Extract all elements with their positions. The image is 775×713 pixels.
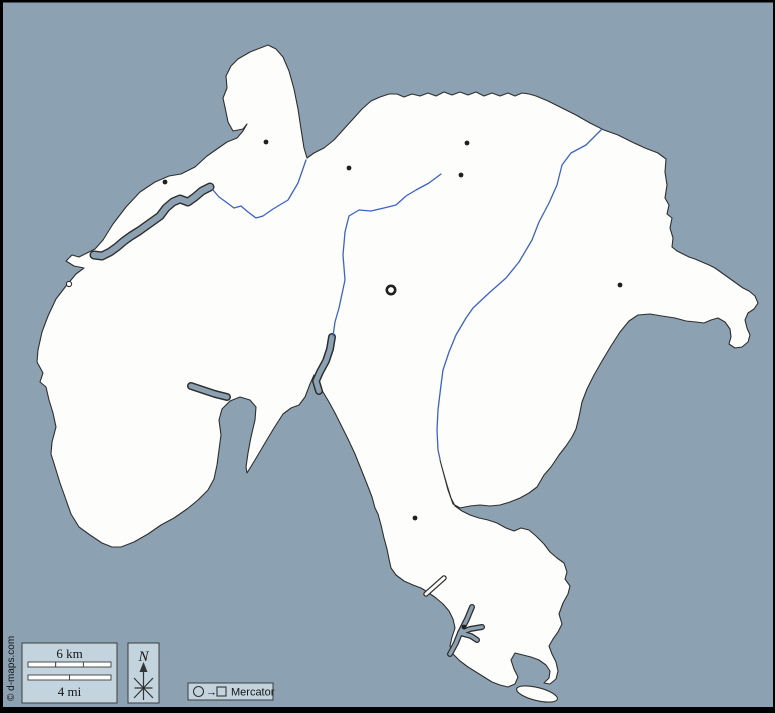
city-dot: [465, 141, 470, 146]
city-dot: [618, 283, 623, 288]
city-dot: [459, 173, 464, 178]
frame-top: [0, 0, 775, 3]
map-screenshot: 6 km 4 mi N → Mercator © d-maps.com: [0, 0, 775, 713]
scale-mi-segment: [70, 675, 112, 680]
city-dot: [163, 180, 168, 185]
city-dot: [264, 140, 269, 145]
projection-label: Mercator: [231, 687, 275, 699]
copyright-text: © d-maps.com: [6, 636, 17, 701]
small-island-northwest: [66, 281, 71, 286]
city-dot: [347, 166, 352, 171]
city-dot: [462, 625, 467, 630]
map-canvas: 6 km 4 mi N → Mercator © d-maps.com: [0, 0, 775, 713]
scale-km-label: 6 km: [56, 646, 82, 661]
scale-mi-label: 4 mi: [58, 684, 82, 699]
north-indicator: N: [128, 643, 159, 703]
scale-km-segment: [56, 662, 84, 667]
city-dot: [413, 516, 418, 521]
scale-km-segment: [28, 662, 56, 667]
scale-km-segment: [83, 662, 111, 667]
frame-left: [0, 0, 3, 713]
scale-mi-segment: [28, 675, 70, 680]
frame-bottom: [0, 707, 775, 713]
projection-legend: → Mercator: [188, 683, 275, 700]
projection-arrow: →: [206, 687, 217, 699]
scale-bar: 6 km 4 mi: [22, 643, 117, 703]
capital-marker: [387, 286, 395, 294]
